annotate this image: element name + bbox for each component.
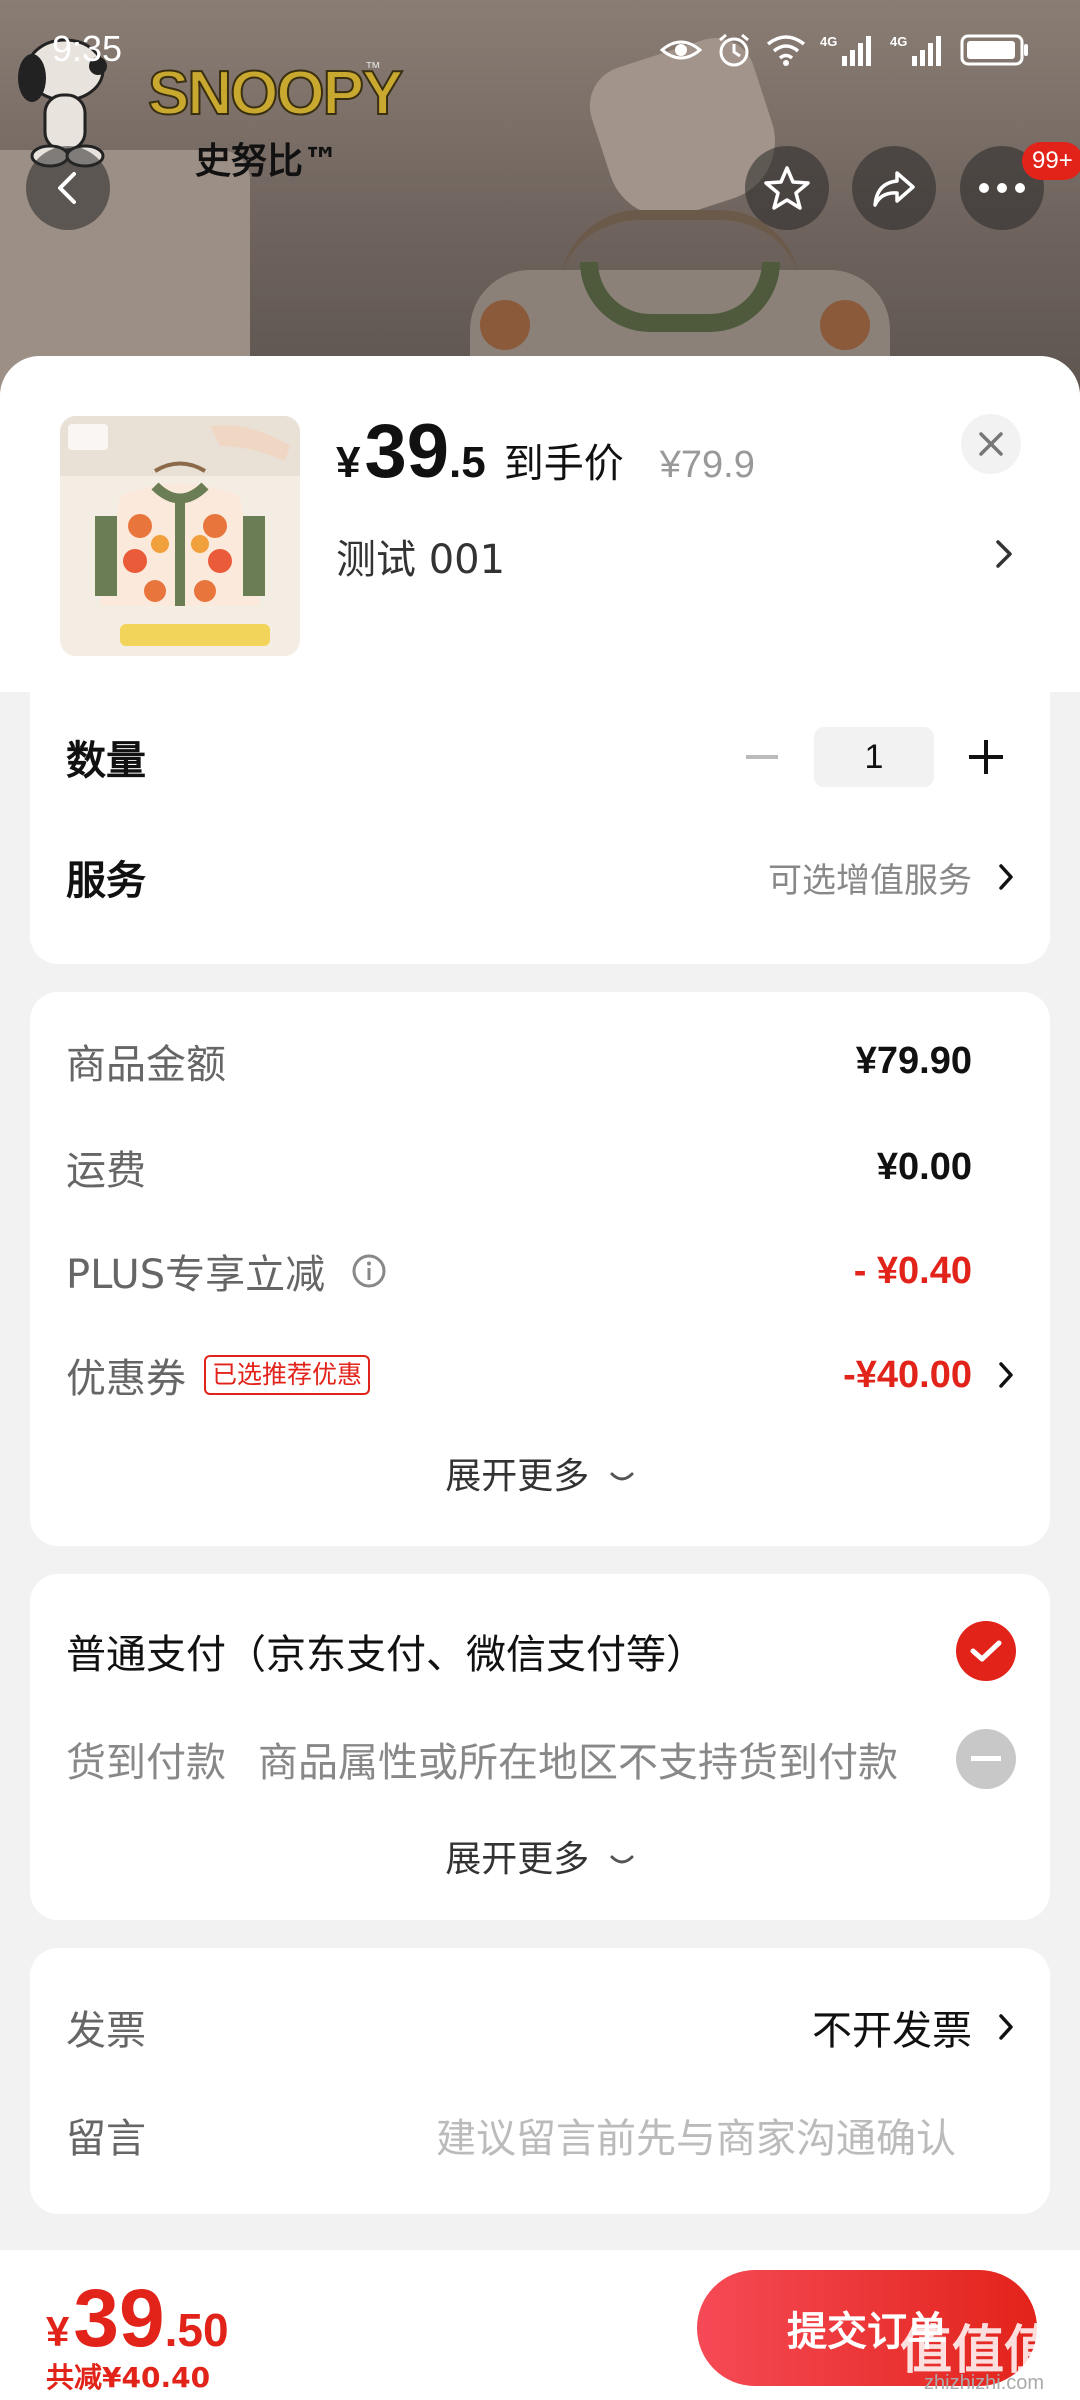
- total-currency: ¥: [46, 2308, 70, 2355]
- price-label: 到手价: [503, 441, 624, 487]
- payment-expand-button[interactable]: 展开更多: [30, 1830, 1050, 1882]
- currency-symbol: ¥: [336, 438, 361, 487]
- expand-more-button[interactable]: 展开更多: [30, 1447, 1050, 1499]
- favorite-button[interactable]: [745, 146, 829, 230]
- hero-dot: [480, 300, 530, 350]
- total-saved: 共减¥40.40: [46, 2361, 211, 2394]
- notification-badge: 99+: [1022, 142, 1080, 180]
- coupon-row[interactable]: 优惠券 已选推荐优惠 -¥40.00: [66, 1340, 1016, 1410]
- price-decimal: .5: [449, 438, 486, 487]
- plus-icon: [969, 740, 1003, 774]
- spec-selector[interactable]: 测试 001: [336, 526, 1016, 586]
- shipping-label: 运费: [66, 1148, 146, 1194]
- payment-cod-desc: 商品属性或所在地区不支持货到付款: [258, 1740, 898, 1786]
- chevron-right-icon: [999, 2014, 1013, 2040]
- shipping-row: 运费 ¥0.00: [66, 1132, 1016, 1202]
- service-label: 服务: [66, 858, 146, 904]
- payment-normal-label: 普通支付（京东支付、微信支付等）: [66, 1632, 706, 1678]
- coupon-value: -¥40.00: [843, 1353, 972, 1396]
- status-icons: 4G 4G: [660, 32, 1030, 68]
- hero-dot: [820, 300, 870, 350]
- close-button[interactable]: [961, 414, 1021, 474]
- plus-discount-value: - ¥0.40: [853, 1249, 972, 1292]
- payment-cod-label: 货到付款: [66, 1740, 226, 1786]
- goods-amount-label: 商品金额: [66, 1042, 226, 1088]
- alarm-icon: [719, 33, 749, 67]
- status-bar: 9:35 4G 4G: [0, 0, 1080, 110]
- remark-row: 留言 建议留言前先与商家沟通确认: [66, 2100, 1016, 2170]
- extra-card: 发票 不开发票 留言 建议留言前先与商家沟通确认: [30, 1948, 1050, 2214]
- product-summary: ¥ 39 .5 到手价 ¥79.9 测试 001: [0, 356, 1080, 692]
- chevron-right-icon: [996, 540, 1012, 568]
- payment-option-cod: 货到付款 商品属性或所在地区不支持货到付款: [66, 1724, 1016, 1794]
- quantity-row: 数量 1: [66, 722, 1016, 792]
- total-integer: 39: [73, 2273, 165, 2364]
- cellular-signal-icon: 4G: [890, 34, 941, 66]
- remark-label: 留言: [66, 2116, 146, 2162]
- payment-expand-label: 展开更多: [445, 1839, 590, 1880]
- payment-card: 普通支付（京东支付、微信支付等） 货到付款 商品属性或所在地区不支持货到付款 展…: [30, 1574, 1050, 1920]
- price-integer: 39: [364, 409, 450, 494]
- options-card: 数量 1 服务 可选增值服务: [30, 692, 1050, 964]
- coupon-label: 优惠券: [66, 1356, 186, 1402]
- shipping-value: ¥0.00: [876, 1145, 972, 1188]
- chevron-right-icon: [999, 864, 1013, 890]
- back-button[interactable]: [26, 146, 110, 230]
- invoice-row[interactable]: 发票 不开发票: [66, 1992, 1016, 2062]
- wifi-icon: [766, 35, 806, 66]
- svg-text:4G: 4G: [820, 34, 837, 49]
- site-watermark-url: zhizhizhi.com: [924, 2372, 1045, 2394]
- chevron-down-icon: [610, 1855, 634, 1864]
- minus-icon: [746, 755, 778, 759]
- service-row[interactable]: 服务 可选增值服务: [66, 842, 1016, 912]
- chevron-right-icon: [999, 1362, 1013, 1388]
- cellular-signal-icon: 4G: [820, 34, 871, 66]
- star-icon: [764, 166, 810, 210]
- quantity-stepper: 1: [732, 727, 1016, 787]
- remark-input[interactable]: 建议留言前先与商家沟通确认: [436, 2106, 956, 2164]
- expand-more-label: 展开更多: [445, 1456, 590, 1497]
- chevron-left-icon: [58, 172, 76, 204]
- goods-amount-row: 商品金额 ¥79.90: [66, 1026, 1016, 1096]
- close-icon: [979, 432, 1003, 456]
- quantity-label: 数量: [66, 738, 146, 784]
- payment-selected-radio[interactable]: [956, 1621, 1016, 1681]
- minus-icon: [971, 1756, 1001, 1761]
- product-thumbnail: [60, 416, 300, 656]
- payment-option-normal[interactable]: 普通支付（京东支付、微信支付等）: [66, 1616, 1016, 1686]
- coupon-tag: 已选推荐优惠: [204, 1355, 371, 1395]
- more-dots-icon: [979, 183, 1025, 193]
- battery-icon: [960, 34, 1028, 66]
- total-price: ¥ 39 .50: [46, 2272, 229, 2366]
- plus-discount-row: PLUS专享立减 - ¥0.40: [66, 1236, 1016, 1306]
- increment-button[interactable]: [956, 727, 1016, 787]
- payment-disabled-radio: [956, 1729, 1016, 1789]
- plus-discount-label: PLUS专享立减: [66, 1252, 326, 1298]
- spec-text: 测试 001: [336, 537, 506, 583]
- decrement-button[interactable]: [732, 727, 792, 787]
- info-icon[interactable]: [351, 1253, 387, 1289]
- svg-text:4G: 4G: [890, 34, 907, 49]
- invoice-label: 发票: [66, 2008, 146, 2054]
- check-icon: [970, 1640, 1002, 1662]
- total-decimal: .50: [164, 2304, 229, 2356]
- share-icon: [873, 171, 915, 207]
- product-price: ¥ 39 .5 到手价 ¥79.9: [336, 408, 755, 495]
- status-time: 9:35: [52, 28, 123, 69]
- share-button[interactable]: [852, 146, 936, 230]
- service-value: 可选增值服务: [768, 860, 972, 901]
- original-price: ¥79.9: [659, 444, 755, 486]
- invoice-value: 不开发票: [812, 2008, 972, 2054]
- cost-card: 商品金额 ¥79.90 运费 ¥0.00 PLUS专享立减 - ¥0.40 优惠…: [30, 992, 1050, 1546]
- brand-name-cn: 史努比™: [195, 141, 340, 182]
- eye-icon: [660, 40, 702, 60]
- quantity-input[interactable]: 1: [814, 727, 934, 787]
- chevron-down-icon: [610, 1472, 634, 1481]
- order-sheet: ¥ 39 .5 到手价 ¥79.9 测试 001 数量 1 服务 可选增值服务 …: [0, 356, 1080, 2400]
- goods-amount-value: ¥79.90: [855, 1039, 972, 1082]
- site-watermark: 值值值: [900, 2321, 1057, 2381]
